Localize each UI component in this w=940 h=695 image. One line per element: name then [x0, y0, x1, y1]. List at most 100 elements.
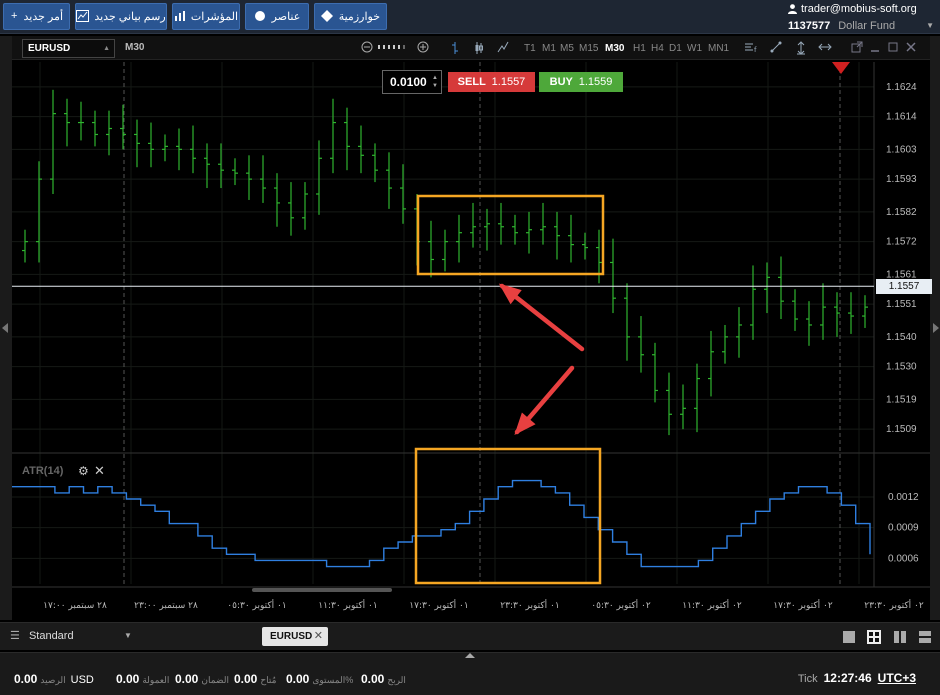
time-tick-label: ٠٢ أكتوبر ٢٣:٣٠ [864, 599, 924, 611]
chart-icon [76, 10, 90, 23]
indicators-icon [174, 10, 186, 23]
layout-label: Standard [28, 630, 74, 642]
account-id: 1137577 [788, 19, 831, 32]
time-tick-label: ٠١ أكتوبر ٢٣:٣٠ [500, 599, 559, 611]
commission-label: العمولة [142, 675, 170, 685]
symbol-select[interactable]: EURUSD ▲▼ [22, 39, 115, 69]
margin-label: الضمان [201, 675, 229, 685]
close-icon[interactable] [904, 41, 918, 55]
new-order-button[interactable]: + أمر جديد [3, 3, 70, 30]
layout-columns-icon[interactable] [893, 630, 907, 644]
time-tick-label: ٢٨ سبتمبر ١٧:٠٠ [43, 601, 107, 611]
timeframe-m5[interactable]: M5 [560, 43, 574, 54]
close-tab-icon[interactable]: ✕ [314, 627, 323, 646]
free-margin-stat: 0.00 مُتاح [234, 672, 276, 686]
atr-tick-label: 0.0012 [888, 492, 919, 503]
sell-button[interactable]: SELL 1.1557 [448, 72, 535, 92]
profit-value: 0.00 [361, 672, 385, 686]
chevron-down-icon[interactable]: ▼ [926, 21, 934, 30]
maximize-icon[interactable] [886, 41, 900, 55]
timeframe-d1[interactable]: D1 [669, 43, 682, 54]
zoom-out-icon[interactable] [360, 41, 374, 55]
time-tick-label: ٠٢ أكتوبر ١٧:٣٠ [773, 599, 833, 611]
candle-chart-type-icon[interactable] [472, 41, 486, 55]
workspace-tabs-bar: ☰ Standard ▼ EURUSD ✕ [0, 622, 940, 650]
vertical-arrows-icon[interactable] [794, 41, 808, 55]
server-clock: Tick 12:27:46 UTC+3 [798, 671, 916, 685]
chevron-right-icon[interactable] [933, 323, 939, 333]
chart-tab-eurusd[interactable]: EURUSD ✕ [262, 627, 328, 646]
price-chart[interactable]: 1.1624 1.1614 1.1603 1.1593 1.1582 1.1572 1.15… [12, 62, 930, 617]
timeframe-t1[interactable]: T1 [524, 43, 536, 54]
price-tick-label: 1.1624 [886, 82, 917, 93]
buy-label: BUY [549, 76, 573, 88]
timezone-link[interactable]: UTC+3 [878, 671, 916, 685]
indicator-settings-icon[interactable]: f [744, 41, 758, 55]
chart-toolbar: EURUSD ▲▼ M30 T1 M1 M5 M15 M30 H1 H4 D1 W1 MN1 f [12, 36, 930, 69]
profit-stat: 0.00 الربح [361, 672, 406, 686]
popout-icon[interactable] [850, 41, 864, 55]
left-rail [0, 36, 12, 620]
layout-single-icon[interactable] [842, 630, 856, 644]
profit-label: الربح [387, 675, 406, 685]
price-tick-label: 1.1540 [886, 332, 917, 343]
chart-background [12, 62, 930, 617]
account-fund-row[interactable]: 1137577 Dollar Fund ▼ [788, 19, 934, 32]
lot-size-input[interactable]: 0.0100 ▲ ▼ [382, 70, 442, 94]
symbol-value: EURUSD [28, 43, 71, 54]
elements-button[interactable]: عناصر [245, 3, 309, 30]
timeframe-h4[interactable]: H4 [651, 43, 664, 54]
price-tick-label: 1.1593 [886, 174, 917, 185]
algorithms-label: خوارزمية [338, 11, 380, 23]
timeframe-w1[interactable]: W1 [687, 43, 702, 54]
new-chart-button[interactable]: رسم بياني جديد [75, 3, 167, 30]
main-toolbar: + أمر جديد رسم بياني جديد المؤشرات عناصر… [0, 0, 940, 34]
elements-icon [254, 10, 267, 23]
sell-price: 1.1557 [491, 76, 526, 88]
timeframe-h1[interactable]: H1 [633, 43, 646, 54]
timeframe-m1[interactable]: M1 [542, 43, 556, 54]
account-panel[interactable]: trader@mobius-soft.org 1137577 Dollar Fu… [788, 2, 934, 32]
buy-button[interactable]: BUY 1.1559 [539, 72, 623, 92]
spinner-icon[interactable]: ▲ ▼ [432, 74, 438, 90]
algorithms-button[interactable]: خوارزمية [314, 3, 387, 30]
chevron-left-icon[interactable] [2, 323, 8, 333]
new-order-label: أمر جديد [23, 11, 63, 23]
horizontal-arrows-icon[interactable] [818, 41, 832, 55]
minimize-icon[interactable] [868, 41, 882, 55]
chevron-down-icon[interactable]: ▼ [124, 631, 132, 640]
price-tick-label: 1.1519 [886, 394, 917, 405]
atr-tick-label: 0.0009 [888, 523, 919, 534]
layout-rows-icon[interactable] [918, 630, 932, 644]
level-stat: 0.00 المستوى% [286, 672, 353, 686]
close-indicator-icon[interactable]: ✕ [94, 463, 105, 479]
zoom-in-icon[interactable] [416, 41, 430, 55]
elements-label: عناصر [271, 11, 301, 23]
gear-icon[interactable]: ⚙ [78, 464, 89, 478]
lot-size-value: 0.0100 [390, 75, 427, 89]
current-price-tag: 1.1557 [876, 279, 932, 294]
trendline-tool-icon[interactable] [769, 41, 783, 55]
server-time: 12:27:46 [823, 671, 872, 685]
line-chart-type-icon[interactable] [496, 41, 510, 55]
layout-grid-icon[interactable] [867, 630, 881, 644]
chart-grid [12, 62, 930, 617]
bar-chart-type-icon[interactable] [448, 41, 462, 55]
price-tick-label: 1.1614 [886, 112, 917, 123]
layout-select[interactable]: ☰ Standard [10, 629, 74, 642]
account-user-row: trader@mobius-soft.org [788, 2, 934, 16]
timeframe-m30[interactable]: M30 [605, 43, 624, 54]
price-tick-label: 1.1582 [886, 207, 917, 218]
buy-price: 1.1559 [578, 76, 613, 88]
zoom-slider[interactable] [377, 41, 407, 55]
diamond-icon [321, 10, 334, 23]
collapse-up-icon[interactable] [465, 653, 475, 658]
indicators-button[interactable]: المؤشرات [172, 3, 240, 30]
atr-indicator-label: ATR(14) [22, 465, 64, 477]
user-icon [788, 4, 797, 14]
balance-currency: USD [70, 674, 94, 686]
timeframe-label: M30 [125, 42, 145, 53]
timeframe-m15[interactable]: M15 [579, 43, 598, 54]
timeframe-mn1[interactable]: MN1 [708, 43, 729, 54]
price-tick-label: 1.1551 [886, 299, 917, 310]
